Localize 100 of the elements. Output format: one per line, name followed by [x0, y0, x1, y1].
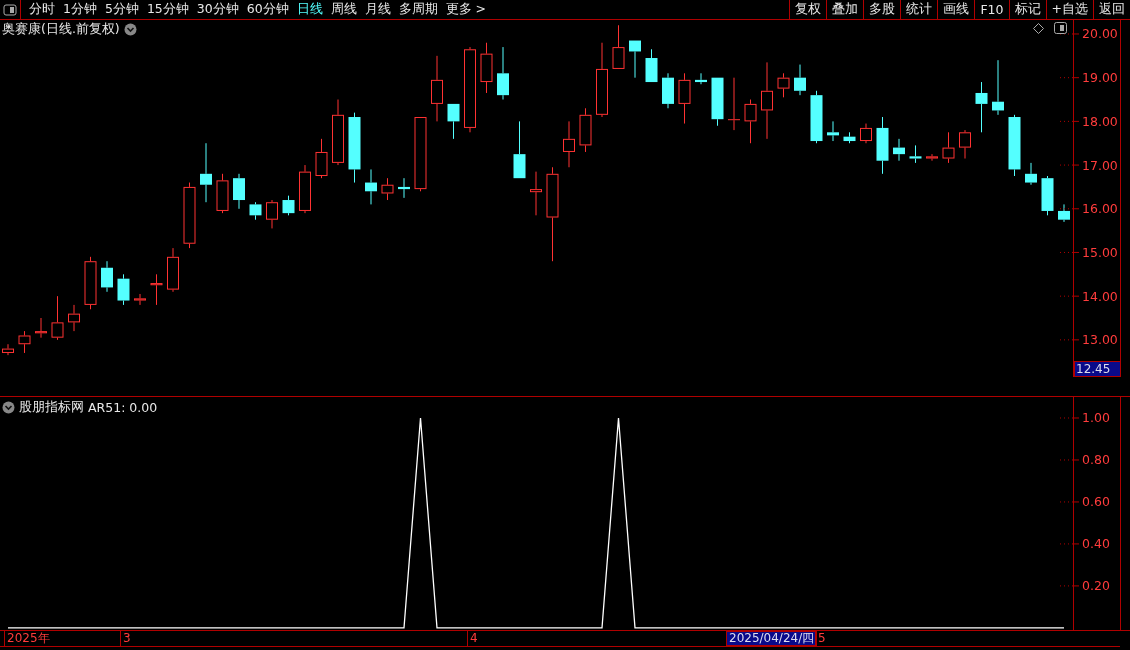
candlestick [381, 177, 394, 201]
date-axis-label: 4 [467, 631, 480, 646]
date-axis-label: 3 [120, 631, 133, 646]
price-axis-label: 14.00 [1082, 288, 1118, 304]
period-tab[interactable]: 5分钟 [100, 1, 143, 18]
indicator-axis-label: 0.40 [1082, 536, 1110, 552]
period-tab[interactable]: 周线 [326, 1, 361, 18]
chevron-down-icon[interactable] [2, 401, 15, 414]
candlestick [299, 164, 311, 214]
candlestick [728, 77, 740, 131]
toolbar-button[interactable]: 统计 [900, 0, 938, 19]
candlestick [167, 247, 179, 293]
price-axis-label: 16.00 [1082, 201, 1118, 217]
candlestick [68, 304, 80, 332]
toolbar-button[interactable]: F10 [974, 0, 1009, 19]
candlestick [563, 120, 575, 168]
panel-toggle-icon[interactable] [3, 3, 17, 16]
candlestick [596, 42, 608, 118]
chevron-down-icon[interactable] [123, 23, 137, 36]
candlestick [101, 260, 113, 293]
panel-toggle-icon[interactable] [1054, 22, 1067, 34]
candlestick [18, 330, 31, 354]
candlestick [695, 72, 707, 85]
candlestick [233, 173, 245, 210]
diamond-icon[interactable] [1033, 22, 1044, 34]
price-axis-label: 17.00 [1082, 157, 1118, 173]
candlestick [183, 182, 196, 249]
indicator-reading: AR51: 0.00 [88, 400, 158, 415]
candlestick [546, 166, 559, 262]
candlestick [926, 153, 938, 162]
period-tab[interactable]: 日线 [292, 1, 327, 18]
candlestick [761, 61, 773, 140]
price-axis-label: 20.00 [1082, 26, 1118, 42]
indicator-axis-label: 0.80 [1082, 452, 1110, 468]
candlestick [876, 116, 889, 175]
candlestick [365, 168, 377, 205]
indicator-axis-label: 0.60 [1082, 494, 1110, 510]
price-axis-label: 18.00 [1082, 113, 1118, 129]
candlestick [893, 138, 905, 162]
candlestick [744, 99, 757, 144]
candlestick [282, 195, 295, 216]
period-tab[interactable]: 60分钟 [242, 1, 293, 18]
date-axis-label: 2025/04/24/四 [726, 631, 818, 646]
candlestick [1041, 175, 1054, 216]
candlestick [348, 112, 361, 184]
period-tab[interactable]: 15分钟 [142, 1, 193, 18]
price-axis-label: 15.00 [1082, 244, 1118, 260]
candlestick [51, 295, 64, 341]
candlestick [117, 273, 130, 306]
toolbar-button[interactable]: 叠加 [826, 0, 864, 19]
period-tab[interactable]: 1分钟 [59, 1, 101, 18]
date-axis-label: 2025年 [4, 631, 52, 646]
period-tab[interactable]: 月线 [360, 1, 395, 18]
candlestick [1058, 203, 1070, 223]
candlestick [909, 144, 922, 164]
candlestick [1008, 114, 1021, 177]
last-price-tag: 12.45 [1074, 361, 1121, 377]
candlestick [1025, 162, 1037, 186]
candlestick [992, 59, 1004, 116]
candlestick [843, 131, 856, 144]
candlestick [398, 177, 410, 199]
candlestick [579, 107, 592, 153]
date-axis-label: 5 [815, 631, 828, 646]
candlestick [942, 131, 955, 164]
candlestick [497, 46, 509, 101]
period-tab[interactable]: 分时 [25, 1, 59, 18]
toolbar-button[interactable]: 返回 [1093, 0, 1130, 19]
candlestick [827, 120, 839, 142]
indicator-name: 股朋指标网 [19, 399, 84, 416]
candlestick [860, 123, 872, 144]
toolbar-button[interactable]: 标记 [1008, 0, 1046, 19]
candlestick [332, 99, 344, 166]
period-tab[interactable]: 30分钟 [192, 1, 243, 18]
candlestick [134, 293, 146, 306]
period-tab[interactable]: 更多 > [441, 1, 491, 18]
candlestick [266, 199, 278, 229]
candlestick [315, 138, 328, 179]
candlestick [431, 55, 443, 122]
indicator-axis-label: 0.20 [1082, 578, 1110, 594]
candlestick [975, 81, 988, 133]
candlestick [678, 72, 691, 125]
indicator-axis-label: 1.00 [1082, 410, 1110, 426]
candlestick [249, 201, 262, 221]
toolbar-button[interactable]: 画线 [937, 0, 975, 19]
candlestick [959, 129, 971, 160]
candlestick [84, 256, 97, 310]
candlestick [480, 42, 493, 94]
candlestick [530, 171, 542, 216]
price-axis-label: 13.00 [1082, 332, 1118, 348]
period-tab[interactable]: 多周期 [394, 1, 442, 18]
candlestick [662, 72, 674, 109]
toolbar-button[interactable]: 多股 [863, 0, 901, 19]
candlestick [810, 90, 823, 144]
toolbar-button[interactable]: +自选 [1045, 0, 1093, 19]
price-axis-label: 19.00 [1082, 70, 1118, 86]
candlestick [464, 46, 476, 133]
candlestick [794, 64, 806, 96]
stock-title: 奥赛康(日线.前复权) [2, 21, 120, 38]
candlestick [200, 142, 212, 203]
toolbar-button[interactable]: 复权 [789, 0, 827, 19]
